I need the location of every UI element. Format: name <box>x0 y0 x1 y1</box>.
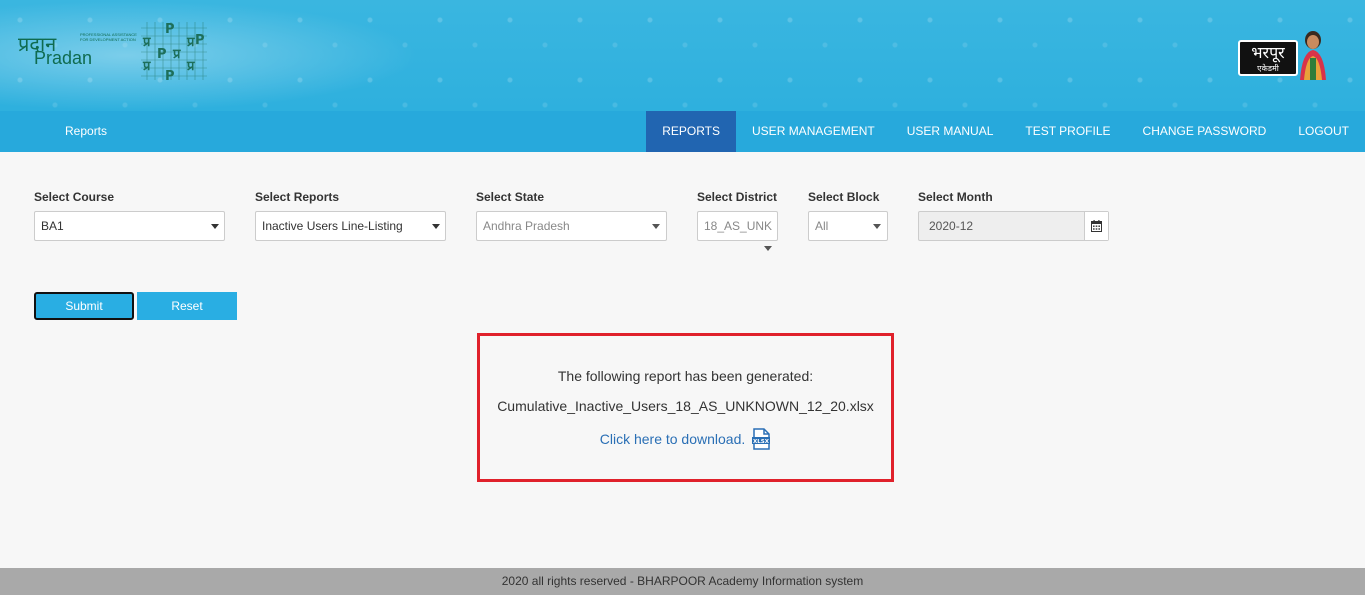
bharpoor-logo-text: भरपूर एकेडमी <box>1238 40 1298 76</box>
svg-text:P: P <box>165 22 175 37</box>
pradan-logo-english: Pradan <box>34 48 93 68</box>
nav-item-user-management[interactable]: USER MANAGEMENT <box>736 111 891 152</box>
course-select-value: BA1 <box>41 219 64 233</box>
nav-item-logout[interactable]: LOGOUT <box>1282 111 1365 152</box>
reset-button[interactable]: Reset <box>137 292 237 320</box>
svg-text:प्र: प्र <box>142 35 151 50</box>
bharpoor-academy-logo: भरपूर एकेडमी <box>1238 28 1330 80</box>
district-select[interactable]: 18_AS_UNK <box>697 211 778 241</box>
reports-select[interactable]: Inactive Users Line-Listing <box>255 211 446 241</box>
block-select-value: All <box>815 219 829 233</box>
reports-chevron-down-icon <box>432 224 440 229</box>
download-link[interactable]: Click here to download. XLSX <box>480 428 891 450</box>
course-select[interactable]: BA1 <box>34 211 225 241</box>
nav-item-user-manual[interactable]: USER MANUAL <box>891 111 1010 152</box>
district-select-value: 18_AS_UNK <box>704 219 773 233</box>
month-label: Select Month <box>918 190 993 204</box>
svg-text:प्र: प्र <box>142 59 151 74</box>
nav-item-test-profile[interactable]: TEST PROFILE <box>1009 111 1126 152</box>
state-select[interactable]: Andhra Pradesh <box>476 211 667 241</box>
pradan-logo: प्रदान Pradan PROFESSIONAL ASSISTANCE FO… <box>18 30 137 74</box>
district-label: Select District <box>697 190 778 204</box>
state-chevron-down-icon <box>652 224 660 229</box>
month-picker[interactable]: 2020-12 <box>918 211 1109 241</box>
xlsx-file-icon[interactable]: XLSX <box>751 428 771 450</box>
block-chevron-down-icon <box>873 224 881 229</box>
district-chevron-down-icon <box>764 246 772 251</box>
bharpoor-logo-sub: एकेडमी <box>1257 64 1279 73</box>
state-select-value: Andhra Pradesh <box>483 219 570 233</box>
block-label: Select Block <box>808 190 880 204</box>
report-message: The following report has been generated: <box>557 368 814 384</box>
state-label: Select State <box>476 190 545 204</box>
navbar-brand[interactable]: Reports <box>65 111 107 152</box>
svg-text:P: P <box>195 33 205 48</box>
svg-text:P: P <box>157 47 167 62</box>
svg-text:प्र: प्र <box>186 35 195 50</box>
calendar-icon <box>1091 220 1102 232</box>
navbar-menu: REPORTS USER MANAGEMENT USER MANUAL TEST… <box>646 111 1365 152</box>
reports-select-value: Inactive Users Line-Listing <box>262 219 403 233</box>
bharpoor-logo-hindi: भरपूर <box>1251 43 1285 62</box>
course-chevron-down-icon <box>211 224 219 229</box>
top-navbar: Reports REPORTS USER MANAGEMENT USER MAN… <box>0 111 1365 152</box>
reports-label: Select Reports <box>255 190 340 204</box>
woman-figure-icon <box>1300 31 1326 80</box>
month-picker-value: 2020-12 <box>929 219 974 233</box>
ppp-grid-icon: P प्र प्र P P प्र प्र प्र P <box>141 22 207 84</box>
xlsx-file-icon-label: XLSX <box>753 439 770 445</box>
svg-text:प्र: प्र <box>172 47 181 62</box>
svg-text:P: P <box>165 69 175 82</box>
nav-item-reports[interactable]: REPORTS <box>646 111 737 152</box>
download-link-text[interactable]: Click here to download. <box>600 431 746 447</box>
header-banner: प्रदान Pradan PROFESSIONAL ASSISTANCE FO… <box>0 0 1365 111</box>
course-label: Select Course <box>34 190 115 204</box>
svg-text:प्र: प्र <box>186 59 195 74</box>
report-filename: Cumulative_Inactive_Users_18_AS_UNKNOWN_… <box>497 398 874 414</box>
nav-item-change-password[interactable]: CHANGE PASSWORD <box>1127 111 1283 152</box>
report-result-panel: The following report has been generated:… <box>477 333 894 482</box>
calendar-button[interactable] <box>1084 212 1108 240</box>
pradan-logo-tagline: PROFESSIONAL ASSISTANCE FOR DEVELOPMENT … <box>80 32 137 42</box>
page-footer: 2020 all rights reserved - BHARPOOR Acad… <box>0 568 1365 595</box>
submit-button[interactable]: Submit <box>34 292 134 320</box>
ppp-grid-logo: P प्र प्र P P प्र प्र प्र P <box>137 20 211 84</box>
